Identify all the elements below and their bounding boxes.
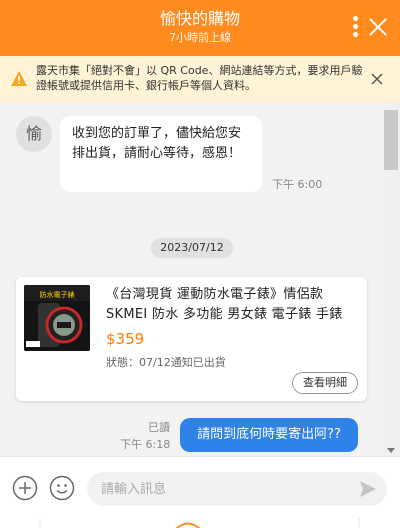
message-list[interactable]: 愉 收到您的訂單了，儘快給您安排出貨，請耐心等待，感恩！ 下午 6:00 202… [0,102,382,456]
online-status: 7小時前上線 [169,31,231,44]
add-attachment-icon[interactable] [12,475,38,501]
incoming-message-time: 下午 6:00 [272,178,323,191]
order-card[interactable]: 防水電子錶 《台灣現貨 運動防水電子錶》情侶款 SKMEI 防水 多功能 男女錶… [16,277,367,401]
scroll-down-arrow-icon[interactable] [387,448,395,453]
more-options-icon[interactable] [348,16,362,40]
close-warning-icon[interactable] [371,73,383,85]
thumbnail-label: 防水電子錶 [40,290,75,299]
emoji-icon[interactable] [49,475,75,501]
shop-name: 愉快的購物 [159,9,240,28]
toolbar-edge [39,518,360,528]
product-name[interactable]: 《台灣現貨 運動防水電子錶》情侶款 SKMEI 防水 多功能 男女錶 電子錶 手… [106,285,362,325]
chat-header: 愉快的購物 7小時前上線 [0,0,400,56]
security-warning-banner: 露天市集「絕對不會」以 QR Code、網站連結等方式，要求用戶驗證帳號或提供信… [0,56,400,102]
product-price: $359 [106,330,145,348]
warning-icon [11,71,27,86]
outgoing-message-time: 下午 6:18 [120,438,171,451]
message-input[interactable] [87,472,387,506]
scrollbar-thumb[interactable] [384,110,398,170]
product-thumbnail[interactable]: 防水電子錶 [24,285,90,351]
order-status: 狀態：07/12通知已出貨 [106,356,226,369]
shop-avatar[interactable]: 愉 [16,116,52,152]
close-icon[interactable] [366,14,390,40]
outgoing-message: 請問到底何時要寄出阿?? [180,418,358,452]
view-details-button[interactable]: 查看明細 [292,372,358,394]
date-divider: 2023/07/12 [151,238,233,258]
warning-text: 露天市集「絕對不會」以 QR Code、網站連結等方式，要求用戶驗證帳號或提供信… [36,64,363,92]
message-input-bar [0,456,400,528]
send-icon[interactable] [359,480,377,498]
incoming-message: 收到您的訂單了，儘快給您安排出貨，請耐心等待，感恩！ [60,116,262,192]
read-receipt: 已讀 [148,421,170,434]
chat-scrollbar[interactable] [382,102,400,456]
